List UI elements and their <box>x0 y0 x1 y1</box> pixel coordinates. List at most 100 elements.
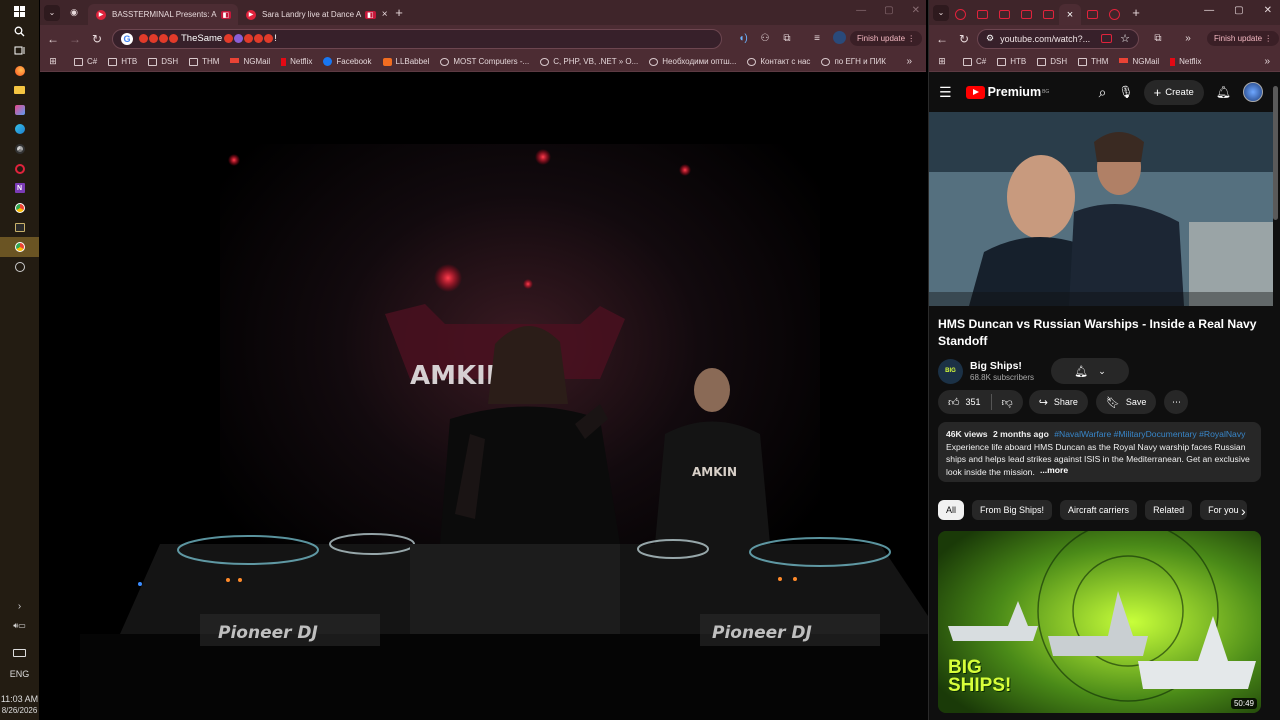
recommended-video-thumbnail[interactable]: BIG SHIPS! 50:49 <box>938 531 1261 713</box>
edge-icon[interactable] <box>0 120 39 140</box>
chevron-right-icon[interactable]: › <box>1241 503 1246 519</box>
search-icon[interactable] <box>0 22 39 42</box>
profile-avatar[interactable] <box>828 30 850 47</box>
terminal-icon[interactable] <box>0 218 39 238</box>
file-explorer-icon[interactable] <box>0 80 39 100</box>
youtube-video-player[interactable] <box>929 112 1273 306</box>
tab-mini[interactable] <box>993 4 1015 25</box>
bookmark-item[interactable]: Контакт с нас <box>747 57 810 66</box>
chrome-icon[interactable] <box>0 198 39 218</box>
photos-icon[interactable] <box>0 100 39 120</box>
bookmark-item[interactable]: C# <box>74 57 97 66</box>
more-actions-button[interactable]: ⋯ <box>1164 390 1189 414</box>
tab-mini[interactable] <box>949 4 971 25</box>
apps-grid-icon[interactable]: ⊞ <box>40 56 66 67</box>
reload-icon[interactable]: ↻ <box>86 32 108 46</box>
bookmark-item[interactable]: C, PHP, VB, .NET » O... <box>540 57 638 66</box>
tab-active-youtube[interactable]: × <box>1059 4 1081 25</box>
audio-playing-icon[interactable]: ◧ <box>220 10 232 19</box>
bookmark-item[interactable]: THM <box>1078 57 1108 66</box>
filter-chip[interactable]: All <box>938 500 965 520</box>
page-scrollbar[interactable] <box>1273 86 1278 220</box>
bookmark-item[interactable]: DSH <box>148 57 178 66</box>
like-icon[interactable]: 👍︎ <box>948 396 960 409</box>
bookmark-item[interactable]: NGMail <box>230 57 270 66</box>
filter-chip[interactable]: From Big Ships! <box>972 500 1053 520</box>
video-player[interactable]: AMKIN AMKIN Pioneer DJ Pioneer DJ <box>80 74 966 720</box>
bookmark-item[interactable]: по ЕГН и ПИК <box>821 57 886 66</box>
dislike-icon[interactable]: 👎︎ <box>992 396 1023 409</box>
bookmark-item[interactable]: MOST Computers -... <box>440 57 529 66</box>
more-bookmarks-icon[interactable]: » <box>1264 56 1270 67</box>
tab-sara-landry[interactable]: ▶ Sara Landry live at Dance A ◧ × <box>238 4 388 25</box>
create-button[interactable]: + Create <box>1143 79 1204 105</box>
bookmark-item[interactable]: C# <box>963 57 986 66</box>
tab-bassterminal[interactable]: ▶ BASSTERMINAL Presents: A ◧ × <box>88 4 238 25</box>
bookmark-item[interactable]: DSH <box>1037 57 1067 66</box>
tab-search-button[interactable]: ⌄ <box>933 4 949 21</box>
tab-mini[interactable] <box>1103 4 1125 25</box>
search-icon[interactable]: ⌕ <box>1099 84 1107 101</box>
channel-avatar[interactable]: BIG <box>938 358 963 384</box>
subscribe-bell-button[interactable]: 🔔︎ ⌄ <box>1051 358 1130 384</box>
bookmark-item[interactable]: THM <box>189 57 219 66</box>
forward-icon[interactable]: → <box>64 32 86 46</box>
tab-mini[interactable] <box>1037 4 1059 25</box>
minimize-icon[interactable]: — <box>1204 5 1214 16</box>
filter-chip[interactable]: Aircraft carriers <box>1060 500 1138 520</box>
bookmark-item[interactable]: Netflix <box>281 57 312 66</box>
tab-search-button[interactable]: ⌄ <box>44 4 60 21</box>
microphone-icon[interactable]: 🎙︎ <box>1118 85 1133 99</box>
new-tab-button[interactable]: + <box>1125 5 1147 20</box>
more-link[interactable]: ...more <box>1038 465 1069 475</box>
language-indicator[interactable]: ENG <box>10 669 30 680</box>
address-bar[interactable]: G TheSame ! <box>112 28 722 49</box>
tab-mini[interactable] <box>971 4 993 25</box>
channel-name[interactable]: Big Ships! <box>970 360 1034 372</box>
bookmark-item[interactable]: Netflix <box>1170 57 1201 66</box>
notifications-bell-icon[interactable]: 🔔︎ <box>1216 85 1231 99</box>
settings-icon[interactable] <box>0 257 39 277</box>
extensions-icon[interactable]: ⧉ <box>776 33 798 44</box>
chrome-active-icon[interactable] <box>0 237 39 257</box>
incognito-icon[interactable]: ⚇ <box>754 33 776 44</box>
bookmark-star-icon[interactable]: ☆ <box>1120 32 1130 45</box>
back-icon[interactable]: ← <box>42 32 64 46</box>
audio-extension-icon[interactable]: ◖) <box>732 33 754 44</box>
reload-icon[interactable]: ↻ <box>953 32 975 46</box>
volume-network-icon[interactable]: 🔊︎▭ <box>0 616 39 636</box>
windows-start-icon[interactable] <box>0 2 39 22</box>
onenote-icon[interactable]: N <box>0 178 39 198</box>
bookmark-item[interactable]: НТВ <box>997 57 1026 66</box>
description-box[interactable]: 46K views 2 months ago #NavalWarfare #Mi… <box>938 422 1261 482</box>
youtube-premium-logo[interactable]: Premium BG <box>965 85 1049 99</box>
apps-grid-icon[interactable]: ⊞ <box>929 56 955 67</box>
close-tab-icon[interactable]: × <box>376 9 388 20</box>
close-tab-icon[interactable]: × <box>231 9 238 20</box>
extensions-tab-icon[interactable]: ◉ <box>60 7 88 18</box>
task-view-icon[interactable] <box>0 41 39 61</box>
filter-chip[interactable]: For you <box>1200 500 1247 520</box>
keyboard-icon[interactable] <box>0 643 39 663</box>
bookmark-item[interactable]: Необходими оптш... <box>649 57 736 66</box>
bookmark-item[interactable]: NGMail <box>1119 57 1159 66</box>
chevron-right-icon[interactable]: › <box>0 596 39 616</box>
maximize-icon[interactable]: ▢ <box>884 5 893 16</box>
address-bar[interactable]: ⚙ youtube.com/watch?... ☆ <box>977 28 1139 49</box>
finish-update-button[interactable]: Finish update ⋮ <box>1207 31 1280 46</box>
tab-mini[interactable] <box>1081 4 1103 25</box>
opera-icon[interactable] <box>0 159 39 179</box>
extensions-icon[interactable]: ⧉ <box>1147 33 1169 44</box>
chrome-dev-icon[interactable] <box>0 139 39 159</box>
filter-chip[interactable]: Related <box>1145 500 1193 520</box>
menu-icon[interactable]: ☰ <box>939 84 952 101</box>
more-tools-icon[interactable]: » <box>1177 33 1199 44</box>
finish-update-button[interactable]: Finish update ⋮ <box>850 31 923 46</box>
bookmark-item[interactable]: Facebook <box>323 57 372 66</box>
close-window-icon[interactable]: ✕ <box>1264 5 1272 16</box>
close-tab-icon[interactable]: × <box>1067 9 1073 21</box>
share-button[interactable]: ↪ Share <box>1028 390 1088 414</box>
tab-mini[interactable] <box>1015 4 1037 25</box>
maximize-icon[interactable]: ▢ <box>1234 5 1243 16</box>
back-icon[interactable]: ← <box>931 32 953 46</box>
